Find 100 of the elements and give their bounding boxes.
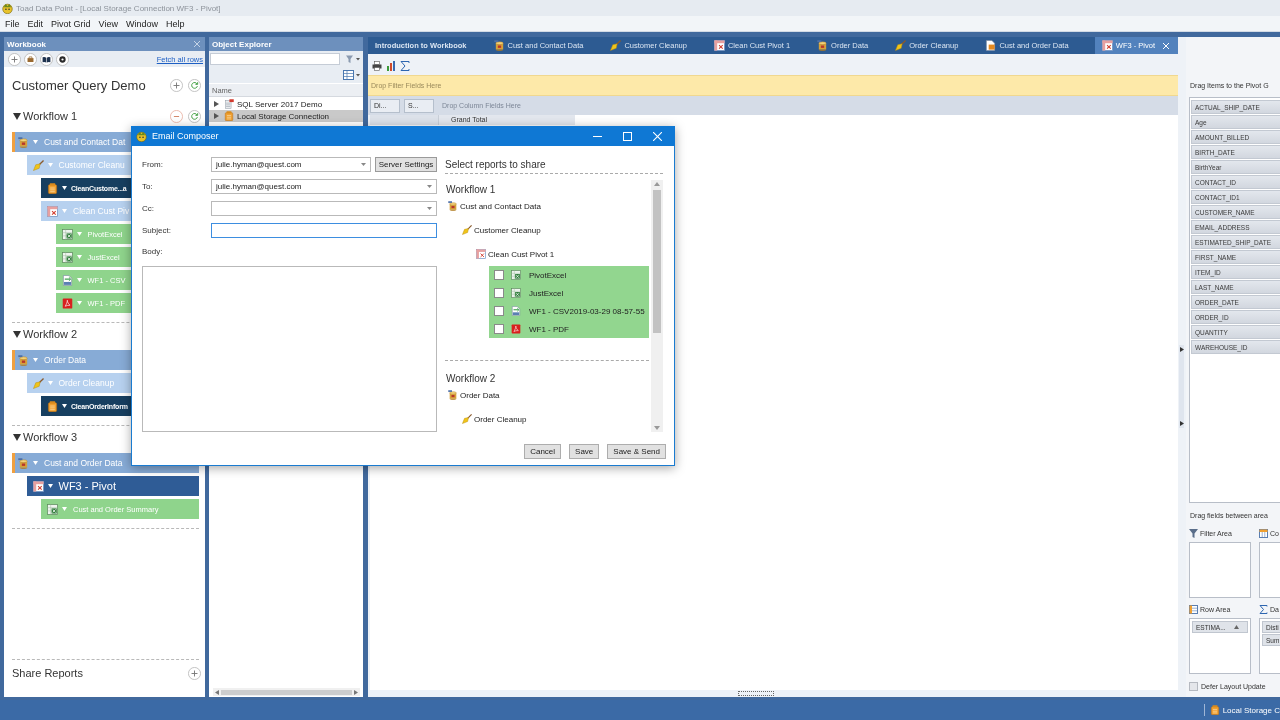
dropdown-arrow-icon[interactable] — [361, 163, 366, 166]
drop-area — [1189, 542, 1251, 598]
menu-item[interactable]: Edit — [27, 18, 44, 29]
disc-icon[interactable] — [56, 52, 69, 66]
briefcase-icon[interactable] — [24, 52, 37, 66]
database-icon — [448, 390, 458, 400]
spreadsheet-icon — [511, 270, 521, 280]
menu-item[interactable]: File — [5, 18, 20, 29]
menu-item[interactable]: Pivot Grid — [51, 18, 91, 29]
panel-title: Object Explorer — [212, 39, 272, 49]
dropdown-caret-icon[interactable] — [62, 404, 67, 408]
dropdown-caret-icon[interactable] — [62, 186, 67, 190]
dropdown-arrow-icon[interactable] — [427, 207, 432, 210]
scroll-right-icon[interactable] — [354, 689, 358, 695]
expander-icon[interactable] — [214, 113, 219, 119]
menu-item[interactable]: View — [98, 18, 118, 29]
bar-chart-icon[interactable] — [386, 61, 396, 71]
broom-icon — [895, 40, 907, 51]
field-label: Body: — [142, 247, 164, 258]
search-field[interactable] — [210, 52, 340, 65]
dropdown-caret-icon[interactable] — [47, 484, 53, 488]
database-icon — [18, 136, 29, 148]
checkbox[interactable] — [494, 288, 504, 298]
field-label: From: — [142, 160, 164, 169]
sort-arrow-icon[interactable] — [1234, 625, 1239, 629]
menu-item[interactable]: Help — [165, 18, 185, 29]
broom-icon — [462, 225, 472, 235]
database-icon — [448, 201, 458, 211]
field-label: Subject: — [142, 226, 172, 235]
expander-icon[interactable] — [214, 101, 219, 107]
horizontal-scrollbar[interactable] — [213, 688, 360, 696]
vertical-scrollbar[interactable] — [651, 180, 663, 432]
storage-box-icon — [224, 111, 234, 121]
dropdown-arrow-icon[interactable] — [427, 185, 432, 188]
refresh-icon[interactable] — [188, 78, 201, 92]
scroll-thumb[interactable] — [221, 689, 352, 695]
server-icon — [224, 99, 234, 109]
arrow-right-icon[interactable] — [1179, 421, 1184, 426]
pivot-table-icon — [32, 480, 44, 492]
scroll-handle[interactable] — [737, 691, 774, 696]
sigma-icon[interactable] — [400, 61, 410, 71]
report-name: WF1 - CSV2019-03-29 08-57-55 — [529, 306, 645, 316]
app-logo-icon — [2, 2, 13, 14]
combo-field[interactable]: julie.hyman@quest.com — [211, 179, 437, 194]
checkbox[interactable] — [494, 324, 504, 334]
table-icon — [1189, 604, 1198, 614]
add-icon[interactable] — [188, 666, 201, 680]
node-label: Cust and Contact Data — [460, 201, 541, 211]
node-label: Order Cleanup — [474, 414, 527, 424]
pivot-table-icon — [1101, 40, 1113, 51]
scroll-left-icon[interactable] — [215, 689, 219, 695]
node-label: Clean Cust Pivot 1 — [488, 249, 555, 259]
printer-icon[interactable] — [372, 61, 382, 71]
scroll-down-icon[interactable] — [654, 426, 660, 430]
caret-icon[interactable] — [13, 433, 21, 441]
caret-icon[interactable] — [13, 330, 21, 338]
document-icon — [985, 40, 997, 51]
dialog-button[interactable]: Save & Send — [607, 444, 666, 459]
grid-view-icon[interactable] — [343, 69, 361, 80]
tree-node[interactable]: Local Storage Connection — [209, 110, 363, 122]
add-icon[interactable] — [170, 78, 183, 92]
tree-node[interactable]: SQL Server 2017 Demo — [209, 98, 363, 110]
close-icon[interactable] — [194, 41, 200, 47]
input-field[interactable] — [211, 223, 437, 238]
combo-field[interactable] — [211, 201, 437, 216]
workflow-title: Workflow 2 — [23, 328, 78, 340]
body-field[interactable] — [142, 266, 437, 432]
workflow-heading: Workflow 1 — [445, 183, 497, 196]
splitter-handle[interactable] — [1179, 345, 1184, 428]
checkbox[interactable] — [494, 270, 504, 280]
broom-icon — [610, 40, 622, 51]
refresh-icon[interactable] — [188, 109, 201, 123]
workbook-name: Customer Query Demo — [12, 77, 146, 93]
spreadsheet-icon — [511, 288, 521, 298]
database-icon — [493, 40, 505, 51]
combo-field[interactable]: julie.hyman@quest.com — [211, 157, 371, 172]
reports-title: Select reports to share — [445, 159, 547, 171]
scroll-up-icon[interactable] — [654, 182, 660, 186]
maximize-icon[interactable] — [623, 131, 632, 141]
add-icon[interactable] — [8, 52, 21, 66]
pdf-file-icon — [61, 297, 73, 309]
storage-box-icon — [47, 182, 58, 194]
csv-file-icon — [61, 274, 73, 286]
workflow-item[interactable]: WF3 - Pivot — [26, 476, 199, 496]
remove-icon[interactable] — [170, 109, 183, 123]
book-icon[interactable] — [40, 52, 53, 66]
scroll-thumb[interactable] — [653, 190, 661, 333]
field-label: Cc: — [142, 204, 155, 213]
checkbox[interactable] — [494, 306, 504, 316]
broom-icon — [462, 414, 472, 424]
arrow-right-icon[interactable] — [1179, 347, 1184, 352]
menu-item[interactable]: Window — [125, 18, 158, 29]
storage-box-icon — [47, 400, 58, 412]
dialog-button[interactable]: Save — [569, 444, 600, 459]
caret-icon[interactable] — [13, 112, 21, 120]
app-logo-icon — [136, 130, 147, 142]
dialog-button[interactable]: Cancel — [524, 444, 562, 459]
csv-file-icon — [511, 306, 521, 316]
server-settings-button[interactable]: Server Settings — [375, 157, 437, 172]
checkbox[interactable] — [1189, 682, 1198, 691]
